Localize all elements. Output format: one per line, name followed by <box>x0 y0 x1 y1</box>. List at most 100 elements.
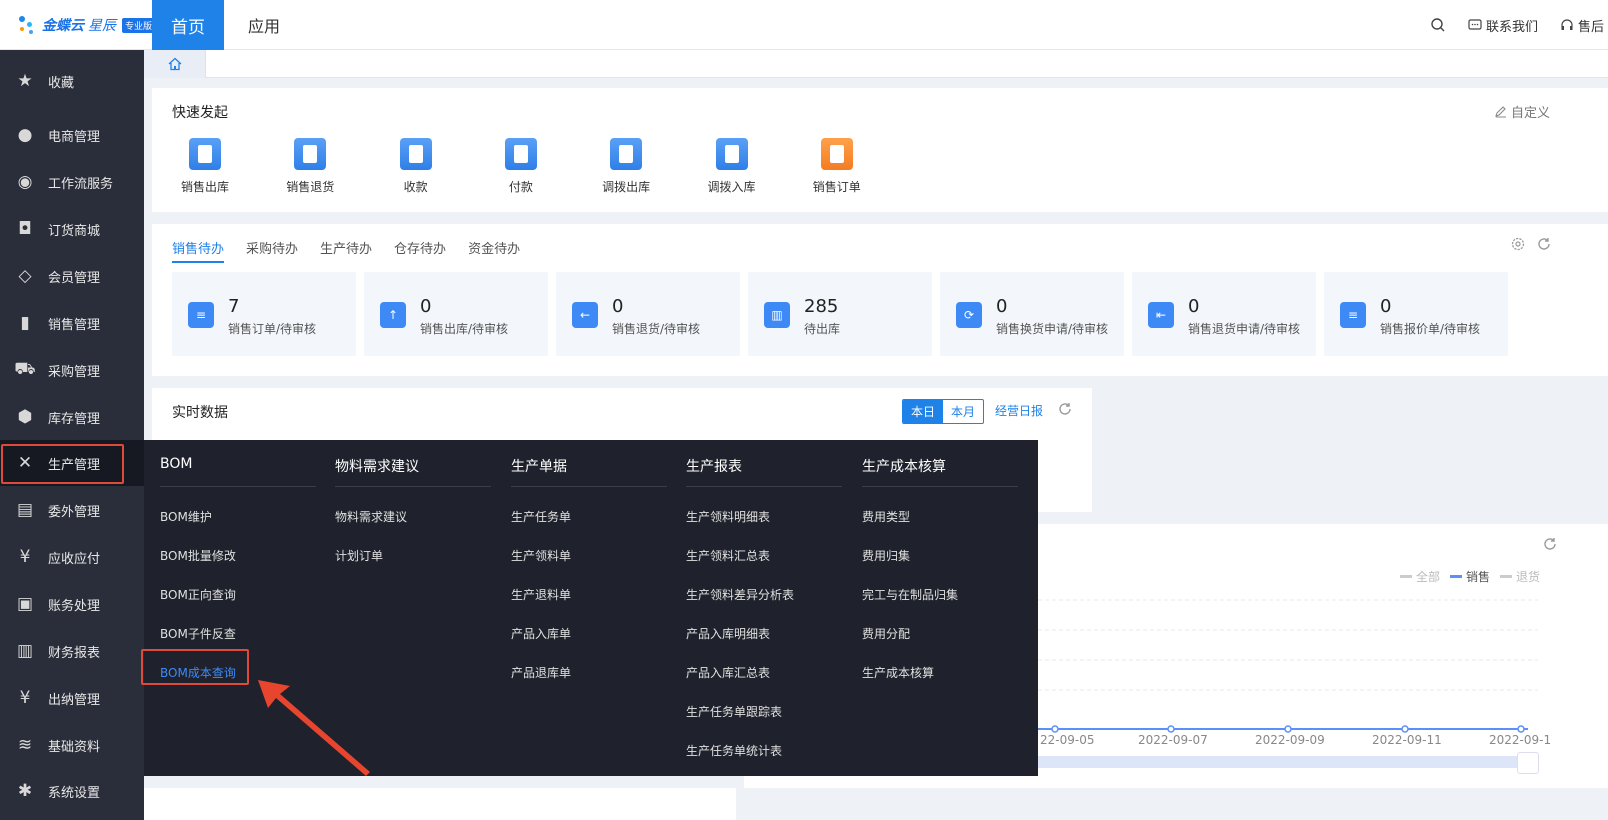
daily-report-link[interactable]: 经营日报 <box>995 402 1043 419</box>
data-point[interactable] <box>1517 725 1525 733</box>
sidebar-item-15[interactable]: ≋ 基础资料 <box>0 722 144 768</box>
lower-left-panel <box>144 788 736 820</box>
todo-label: 销售报价单/待审核 <box>1380 322 1481 336</box>
menu-item[interactable]: 产品入库单 <box>511 625 571 642</box>
menu-item[interactable]: 完工与在制品归集 <box>862 586 958 603</box>
sidebar-item-label: 出纳管理 <box>48 692 101 708</box>
menu-item[interactable]: BOM子件反查 <box>160 625 236 642</box>
legend-item-3[interactable]: 退货 <box>1500 568 1540 585</box>
menu-item[interactable]: 生产领料差异分析表 <box>686 586 794 603</box>
sidebar-item-16[interactable]: ✱ 系统设置 <box>0 768 144 814</box>
brand-edition: 专业版 <box>122 17 156 33</box>
todo-tab-4[interactable]: 仓存待办 <box>394 238 446 263</box>
todo-card-5[interactable]: ⟳ 0 销售换货申请/待审核 <box>940 272 1124 356</box>
gear-icon[interactable] <box>1510 236 1526 252</box>
menu-item[interactable]: 生产任务单跟踪表 <box>686 703 782 720</box>
sidebar-item-11[interactable]: ¥ 应收应付 <box>0 534 144 580</box>
menu-item[interactable]: 生产领料单 <box>511 547 571 564</box>
contact-us-link[interactable]: 联系我们 <box>1468 16 1538 35</box>
todo-card-icon: ← <box>572 302 598 328</box>
menu-item[interactable]: 产品入库明细表 <box>686 625 770 642</box>
todo-tab-5[interactable]: 资金待办 <box>468 238 520 263</box>
sidebar-item-3[interactable]: ◉ 工作流服务 <box>0 159 144 205</box>
chat-icon <box>1468 19 1482 30</box>
menu-item[interactable]: 物料需求建议 <box>335 508 407 525</box>
sidebar-item-13[interactable]: ▥ 财务报表 <box>0 628 144 674</box>
todo-tab-3[interactable]: 生产待办 <box>320 238 372 263</box>
menu-item[interactable]: 费用归集 <box>862 547 910 564</box>
legend-item-2[interactable]: 销售 <box>1450 568 1490 585</box>
quick-action-label: 调拨出库 <box>602 180 651 194</box>
todo-count: 7 <box>228 296 240 317</box>
menu-item[interactable]: 生产任务单统计表 <box>686 742 782 759</box>
period-month-button[interactable]: 本月 <box>943 400 983 423</box>
menu-item[interactable]: 费用分配 <box>862 625 910 642</box>
document-icon <box>189 138 221 170</box>
legend-item-1[interactable]: 全部 <box>1400 568 1440 585</box>
x-tick-label: 2022-09-1 <box>1489 733 1552 747</box>
todo-card-1[interactable]: ≡ 7 销售订单/待审核 <box>172 272 356 356</box>
sidebar-item-5[interactable]: ◇ 会员管理 <box>0 253 144 299</box>
sidebar-item-label: 工作流服务 <box>48 176 114 192</box>
sidebar-item-10[interactable]: ▤ 委外管理 <box>0 487 144 533</box>
nav-home-tab[interactable]: 首页 <box>152 0 224 50</box>
settings-icon: ✱ <box>17 781 33 801</box>
data-point[interactable] <box>1167 725 1175 733</box>
sidebar-item-14[interactable]: ¥ 出纳管理 <box>0 675 144 721</box>
todo-tab-1[interactable]: 销售待办 <box>172 238 225 263</box>
data-point[interactable] <box>1401 725 1409 733</box>
data-point[interactable] <box>1051 725 1059 733</box>
quick-action-6[interactable]: 调拨入库 <box>689 138 775 195</box>
menu-item[interactable]: 生产任务单 <box>511 508 571 525</box>
menu-item[interactable]: 计划订单 <box>335 547 383 564</box>
menu-item[interactable]: 产品退库单 <box>511 664 571 681</box>
sidebar-item-7[interactable]: ⛟ 采购管理 <box>0 347 144 393</box>
customize-button[interactable]: 自定义 <box>1494 102 1550 121</box>
sidebar-item-4[interactable]: ◘ 订货商城 <box>0 206 144 252</box>
brand-logo[interactable]: 金蝶云 星辰 专业版 <box>16 10 156 40</box>
sidebar-item-1[interactable]: ★ 收藏 <box>0 58 144 104</box>
menu-item[interactable]: 费用类型 <box>862 508 910 525</box>
quick-action-5[interactable]: 调拨出库 <box>583 138 669 195</box>
menu-item[interactable]: 产品入库汇总表 <box>686 664 770 681</box>
menu-item[interactable]: BOM维护 <box>160 508 212 525</box>
quick-action-4[interactable]: 付款 <box>478 138 564 195</box>
todo-tab-2[interactable]: 采购待办 <box>246 238 298 263</box>
todo-card-4[interactable]: ▥ 285 待出库 <box>748 272 932 356</box>
quick-action-2[interactable]: 销售退货 <box>267 138 353 195</box>
chart-zoom-handle[interactable] <box>1517 752 1539 774</box>
data-point[interactable] <box>1284 725 1292 733</box>
todo-card-6[interactable]: ⇤ 0 销售退货申请/待审核 <box>1132 272 1316 356</box>
aftersale-link[interactable]: 售后 <box>1560 16 1608 35</box>
sidebar-item-12[interactable]: ▣ 账务处理 <box>0 581 144 627</box>
menu-item[interactable]: BOM正向查询 <box>160 586 236 603</box>
search-icon[interactable] <box>1430 17 1446 33</box>
quick-action-label: 调拨入库 <box>707 180 756 194</box>
todo-card-2[interactable]: ↑ 0 销售出库/待审核 <box>364 272 548 356</box>
chart-refresh-icon[interactable] <box>1542 536 1558 552</box>
todo-card-3[interactable]: ← 0 销售退货/待审核 <box>556 272 740 356</box>
menu-item[interactable]: BOM批量修改 <box>160 547 236 564</box>
period-today-button[interactable]: 本日 <box>903 400 944 423</box>
document-icon <box>610 138 643 170</box>
quick-action-1[interactable]: 销售出库 <box>162 138 248 195</box>
brand-name: 金蝶云 <box>42 18 84 34</box>
sidebar-item-8[interactable]: ⬢ 库存管理 <box>0 394 144 440</box>
quick-action-3[interactable]: 收款 <box>373 138 459 195</box>
home-breadcrumb-icon[interactable] <box>144 50 206 78</box>
refresh-icon[interactable] <box>1536 236 1552 252</box>
menu-item[interactable]: 生产退料单 <box>511 586 571 603</box>
quick-action-7[interactable]: 销售订单 <box>794 138 880 195</box>
highlight-bom-cost-query <box>141 649 249 685</box>
realtime-refresh-icon[interactable] <box>1057 401 1073 417</box>
menu-item[interactable]: 生产领料明细表 <box>686 508 770 525</box>
sidebar-item-6[interactable]: ▮ 销售管理 <box>0 300 144 346</box>
sidebar-item-2[interactable]: ● 电商管理 <box>0 112 144 158</box>
todo-card-icon: ▥ <box>764 302 790 328</box>
todo-card-7[interactable]: ≡ 0 销售报价单/待审核 <box>1324 272 1508 356</box>
x-tick-label: 22-09-05 <box>1040 733 1095 747</box>
nav-apps-tab[interactable]: 应用 <box>234 0 294 50</box>
menu-item[interactable]: 生产成本核算 <box>862 664 934 681</box>
menu-item[interactable]: 生产领料汇总表 <box>686 547 770 564</box>
zoom-band[interactable] <box>1038 756 1528 768</box>
